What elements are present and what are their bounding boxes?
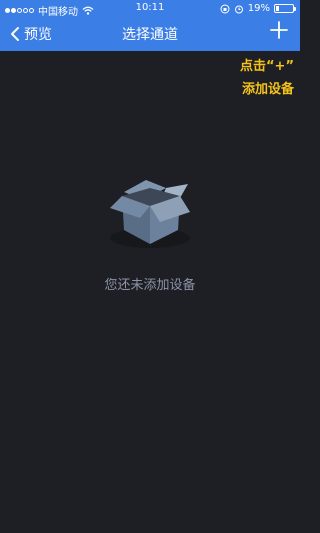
empty-box-icon xyxy=(110,180,190,248)
status-bar: 中国移动 10:11 19% xyxy=(0,0,300,18)
header: 中国移动 10:11 19% 预览 选择通道 xyxy=(0,0,300,51)
status-right: 19% xyxy=(220,3,296,14)
orientation-lock-icon xyxy=(220,4,230,13)
alarm-icon xyxy=(234,5,243,13)
empty-state-message: 您还未添加设备 xyxy=(104,278,196,293)
battery-fill xyxy=(276,6,279,11)
page-title: 选择通道 xyxy=(122,27,178,43)
navbar: 预览 选择通道 xyxy=(0,17,300,51)
add-hint: 点击“+” 添加设备 xyxy=(240,55,294,101)
battery-percent: 19% xyxy=(247,3,270,14)
add-hint-line2: 添加设备 xyxy=(241,82,294,97)
add-hint-line1: 点击“+” xyxy=(240,59,294,74)
battery-icon xyxy=(274,4,296,13)
add-device-button[interactable] xyxy=(268,19,290,41)
